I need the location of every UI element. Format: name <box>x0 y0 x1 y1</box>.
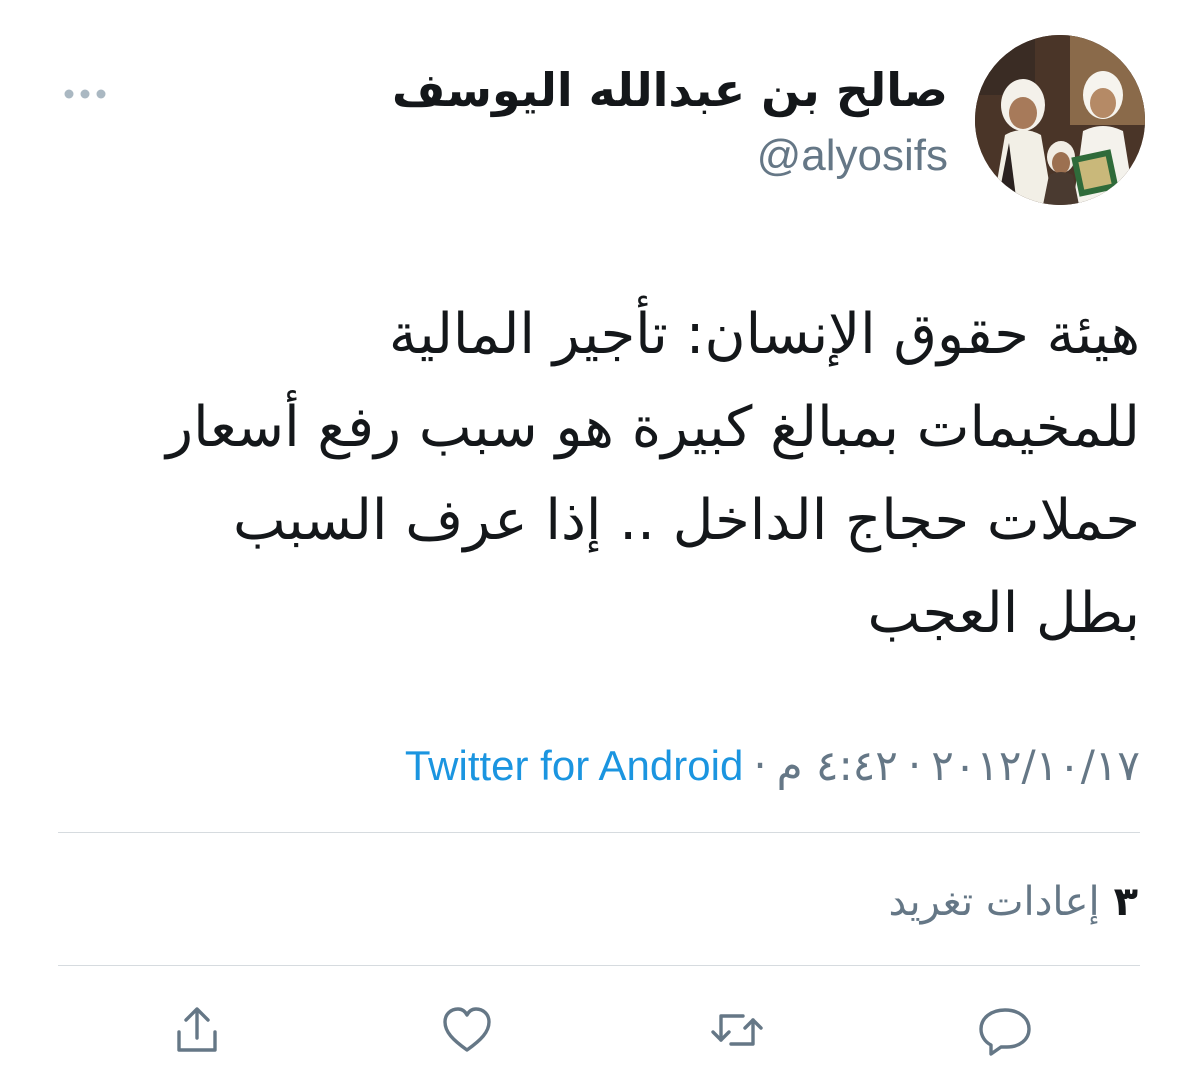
share-button[interactable] <box>167 1000 227 1060</box>
avatar[interactable] <box>975 35 1145 205</box>
meta-separator: · <box>753 741 767 790</box>
tweet-meta: ٢٠١٢/١٠/١٧·٤:٤٢ م·Twitter for Android <box>405 738 1140 794</box>
reply-button[interactable] <box>975 1000 1035 1060</box>
divider <box>58 965 1140 966</box>
tweet-source-link[interactable]: Twitter for Android <box>405 738 743 794</box>
tweet-line: هيئة حقوق الإنسان: تأجير المالية <box>388 302 1140 367</box>
heart-icon <box>443 1007 491 1052</box>
retweet-icon <box>711 1014 763 1046</box>
retweet-button[interactable] <box>707 1000 767 1060</box>
like-button[interactable] <box>437 1000 497 1060</box>
tweet-detail: صالح بن عبدالله اليوسف @alyosifs هيئة حق… <box>0 0 1200 1077</box>
tweet-line: حملات حجاج الداخل .. إذا عرف السبب <box>233 488 1140 553</box>
tweet-line: للمخيمات بمبالغ كبيرة هو سبب رفع أسعار <box>166 395 1140 460</box>
retweet-label: إعادات تغريد <box>888 879 1100 925</box>
tweet-text: هيئة حقوق الإنسان: تأجير المالية للمخيما… <box>40 288 1140 660</box>
more-options-icon[interactable] <box>60 84 110 104</box>
tweet-line: بطل العجب <box>867 581 1140 646</box>
reply-icon <box>979 1008 1031 1056</box>
tweet-time[interactable]: ٤:٤٢ م <box>777 738 898 794</box>
user-handle[interactable]: @alyosifs <box>757 128 948 184</box>
meta-separator: · <box>907 741 922 790</box>
avatar-photo <box>975 35 1145 205</box>
retweet-stats[interactable]: ٣ إعادات تغريد <box>888 872 1138 932</box>
display-name[interactable]: صالح بن عبدالله اليوسف <box>392 58 948 122</box>
tweet-date[interactable]: ٢٠١٢/١٠/١٧ <box>931 738 1140 794</box>
divider <box>58 832 1140 833</box>
share-icon <box>177 1007 217 1052</box>
retweet-count: ٣ <box>1113 879 1138 925</box>
